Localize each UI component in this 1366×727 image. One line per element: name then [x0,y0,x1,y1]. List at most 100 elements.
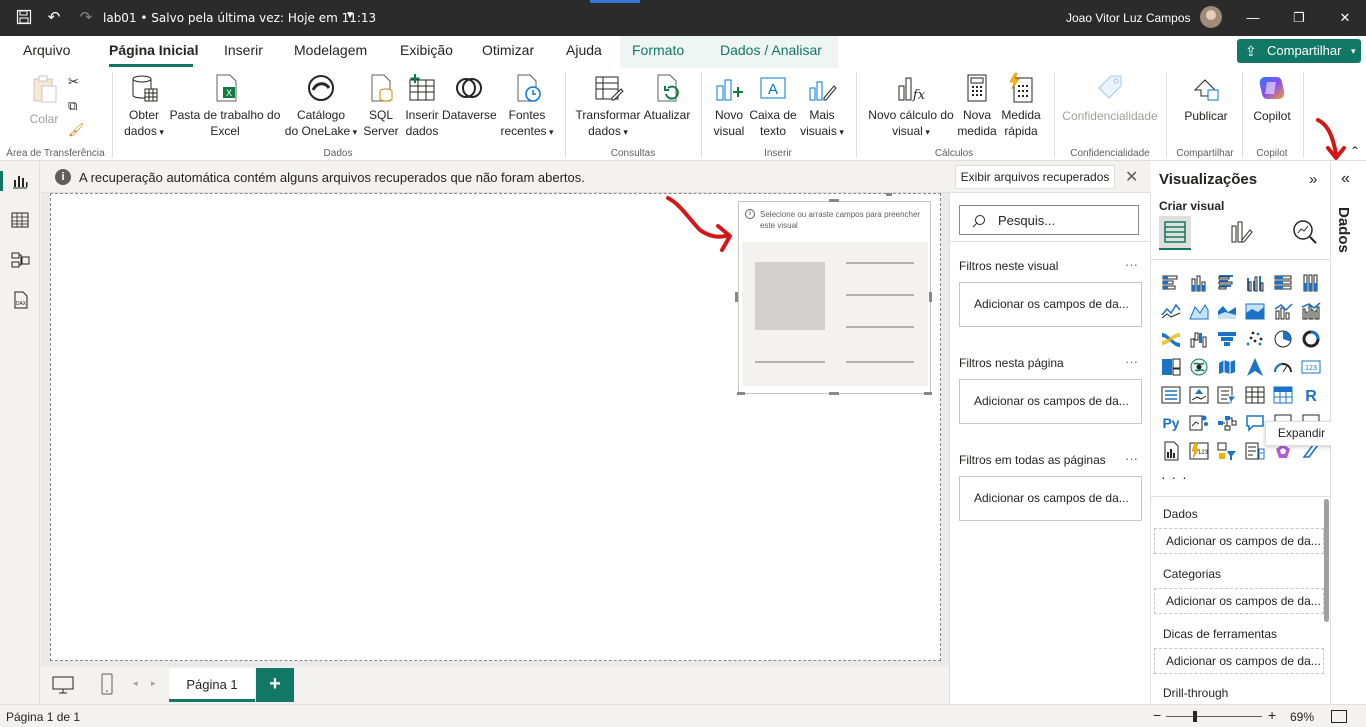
previous-page-icon[interactable]: ◂ [133,678,138,689]
zoom-in-icon[interactable]: + [1268,707,1276,723]
sensitivity-button[interactable]: Confidencialidade [1058,72,1162,124]
tab-formato[interactable]: Formato [632,42,684,58]
more-options-icon[interactable]: ··· [1125,257,1138,272]
page-tab-1[interactable]: Página 1 [169,668,255,702]
zoom-out-icon[interactable]: − [1153,707,1161,723]
treemap-icon[interactable] [1161,357,1181,377]
expand-pane-icon[interactable]: « [1341,170,1350,188]
dataverse-button[interactable]: Dataverse [442,72,497,123]
area-icon[interactable] [1189,301,1209,321]
decomposition-tree-icon[interactable] [1217,413,1237,433]
stacked-column-icon[interactable] [1189,273,1209,293]
python-visual-icon[interactable]: Py [1161,413,1181,433]
close-icon[interactable]: ✕ [1330,8,1360,28]
analytics-tab[interactable] [1289,216,1321,250]
resize-handle[interactable] [735,292,738,302]
new-visual-button[interactable]: Novo visual [710,72,748,139]
line-icon[interactable] [1161,301,1181,321]
model-view-icon[interactable] [10,250,30,270]
file-title[interactable]: lab01 • Salvo pela última vez: Hoje em 1… [103,11,376,25]
dax-query-view-icon[interactable]: DAX [10,290,30,310]
filters-search-input[interactable]: Pesquis... [959,205,1139,235]
data-pane-collapsed[interactable]: « Dados [1331,161,1366,704]
resize-handle[interactable] [829,199,839,202]
new-measure-button[interactable]: Nova medida [956,72,998,139]
onelake-catalog-button[interactable]: Catálogo do OneLake ▾ [282,72,360,140]
format-visual-tab[interactable] [1225,216,1257,250]
enter-data-button[interactable]: Inserir dados [402,72,442,139]
pie-icon[interactable] [1273,329,1293,349]
format-painter-icon[interactable]: 🖌 [68,122,85,138]
visual-header-handle[interactable] [886,193,892,196]
map-icon[interactable] [1189,357,1209,377]
multi-row-card-icon[interactable] [1161,385,1181,405]
restore-icon[interactable]: ❐ [1284,8,1314,28]
minimize-icon[interactable]: — [1238,8,1268,28]
view-recovered-files-button[interactable]: Exibir arquivos recuperados [955,165,1115,189]
funnel-icon[interactable] [1217,329,1237,349]
qa-icon[interactable] [1245,413,1265,433]
tab-dados-analisar[interactable]: Dados / Analisar [720,42,822,58]
line-column-icon[interactable] [1273,301,1293,321]
cut-icon[interactable]: ✂ [68,74,79,90]
azure-map-icon[interactable] [1245,357,1265,377]
filters-all-pages-well[interactable]: Adicionar os campos de da... [959,476,1142,521]
pane-scrollbar[interactable] [1324,499,1329,622]
refresh-button[interactable]: Atualizar [642,72,692,123]
text-box-button[interactable]: A Caixa de texto [748,72,798,139]
add-page-button[interactable]: + [256,668,294,702]
scatter-icon[interactable] [1245,329,1265,349]
well-data-field[interactable]: Adicionar os campos de da... [1154,528,1324,554]
tab-inserir[interactable]: Inserir [224,42,263,58]
collapse-pane-icon[interactable]: » [1309,171,1317,188]
table-view-icon[interactable] [10,210,30,230]
filters-on-visual-well[interactable]: Adicionar os campos de da... [959,282,1142,327]
copy-icon[interactable]: ⧉ [68,98,77,114]
tab-exibicao[interactable]: Exibição [400,42,453,58]
resize-handle[interactable] [737,392,745,395]
slicer-icon[interactable] [1217,385,1238,405]
data-pane-label[interactable]: Dados [1335,207,1352,253]
mobile-layout-icon[interactable] [100,673,114,695]
fit-to-page-icon[interactable] [1331,710,1347,723]
avatar[interactable] [1200,6,1222,28]
well-categories-field[interactable]: Adicionar os campos de da... [1154,588,1324,614]
card-icon[interactable]: 123 [1301,357,1321,377]
resize-handle[interactable] [924,392,932,395]
power-apps-icon[interactable] [1161,441,1181,461]
more-options-icon[interactable]: ··· [1125,354,1138,369]
card-new-icon[interactable]: 123 [1189,441,1209,461]
get-data-button[interactable]: Obter dados ▾ [118,72,170,140]
well-tooltips-field[interactable]: Adicionar os campos de da... [1154,648,1324,674]
publish-button[interactable]: Publicar [1180,72,1232,124]
save-icon[interactable] [15,9,33,27]
copilot-button[interactable]: Copilot [1248,72,1296,124]
zoom-slider-thumb[interactable] [1192,711,1197,722]
table-icon[interactable] [1245,385,1265,405]
clustered-column-icon[interactable] [1245,273,1265,293]
new-visual-calculation-button[interactable]: fx Novo cálculo do visual ▾ [864,72,958,140]
tab-arquivo[interactable]: Arquivo [23,42,70,58]
waterfall-icon[interactable] [1189,329,1209,349]
collapse-ribbon-icon[interactable]: ⌃ [1350,144,1360,158]
file-menu-chevron-icon[interactable]: ▼ [345,10,355,21]
tab-ajuda[interactable]: Ajuda [566,42,602,58]
transform-data-button[interactable]: Transformar dados ▾ [573,72,643,140]
more-options-icon[interactable]: ··· [1125,451,1138,466]
resize-handle[interactable] [929,292,932,302]
visual-placeholder[interactable]: i Selecione ou arraste campos para preen… [738,201,931,394]
line-clustered-icon[interactable] [1301,301,1321,321]
kpi-icon[interactable] [1189,385,1209,405]
next-page-icon[interactable]: ▸ [151,678,156,689]
build-visual-tab[interactable] [1159,216,1191,250]
ribbon-icon[interactable] [1161,329,1181,349]
tab-otimizar[interactable]: Otimizar [482,42,534,58]
recent-sources-button[interactable]: Fontes recentes ▾ [498,72,556,140]
clustered-bar-icon[interactable] [1217,273,1237,293]
100-bar-icon[interactable] [1273,273,1293,293]
close-icon[interactable]: ✕ [1125,167,1138,187]
paste-button[interactable]: Colar [26,72,62,127]
tab-pagina-inicial[interactable]: Página Inicial [109,42,198,58]
sql-server-button[interactable]: SQL Server [362,72,400,139]
key-influencers-icon[interactable] [1189,413,1209,433]
